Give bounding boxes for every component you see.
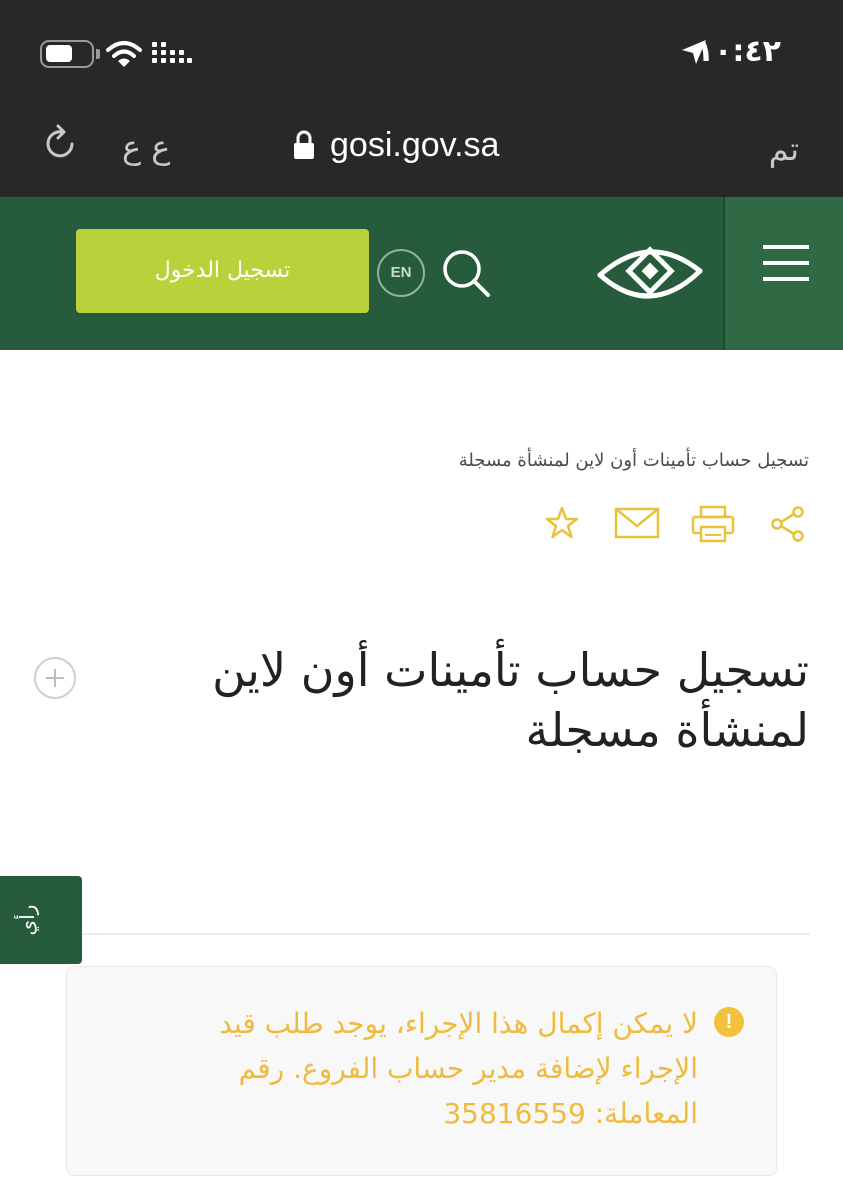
feedback-label: رأي — [15, 904, 39, 936]
expand-plus-icon[interactable] — [34, 657, 76, 699]
site-header: تسجيل الدخول EN — [0, 197, 843, 350]
battery-nub — [96, 49, 100, 59]
star-icon[interactable] — [544, 505, 580, 541]
search-icon[interactable] — [440, 247, 492, 299]
text-size-button[interactable]: ع ع — [122, 128, 170, 166]
hamburger-menu-icon[interactable] — [763, 241, 809, 285]
battery-icon — [40, 40, 94, 68]
language-toggle[interactable]: EN — [377, 249, 425, 297]
url-text[interactable]: gosi.gov.sa — [330, 126, 499, 165]
login-button[interactable]: تسجيل الدخول — [76, 229, 369, 313]
menu-cell[interactable] — [723, 197, 843, 350]
print-icon[interactable] — [691, 505, 735, 543]
page-title: تسجيل حساب تأمينات أون لاين لمنشأة مسجلة — [212, 643, 809, 757]
gosi-logo-icon[interactable] — [596, 237, 704, 305]
done-button[interactable]: تم — [769, 130, 799, 168]
signal-icon — [152, 42, 192, 63]
feedback-tab[interactable]: رأي — [0, 876, 82, 964]
status-time: ١٠:٤٢ — [695, 34, 781, 69]
divider — [82, 933, 810, 935]
alert-message: لا يمكن إكمال هذا الإجراء، يوجد طلب قيد … — [219, 1007, 698, 1130]
browser-chrome: ١٠:٤٢ ع ع gosi.gov.sa تم — [0, 0, 843, 197]
warning-icon: ! — [714, 1007, 744, 1037]
url-bar[interactable]: ع ع gosi.gov.sa تم — [0, 112, 843, 176]
lock-icon — [294, 130, 314, 159]
reload-icon[interactable] — [44, 122, 80, 166]
share-icon[interactable] — [770, 505, 806, 543]
mail-icon[interactable] — [614, 505, 660, 541]
alert-box: ! لا يمكن إكمال هذا الإجراء، يوجد طلب قي… — [66, 966, 777, 1176]
wifi-icon — [106, 41, 142, 67]
page-actions — [540, 505, 810, 545]
breadcrumb[interactable]: تسجيل حساب تأمينات أون لاين لمنشأة مسجلة — [459, 450, 809, 471]
